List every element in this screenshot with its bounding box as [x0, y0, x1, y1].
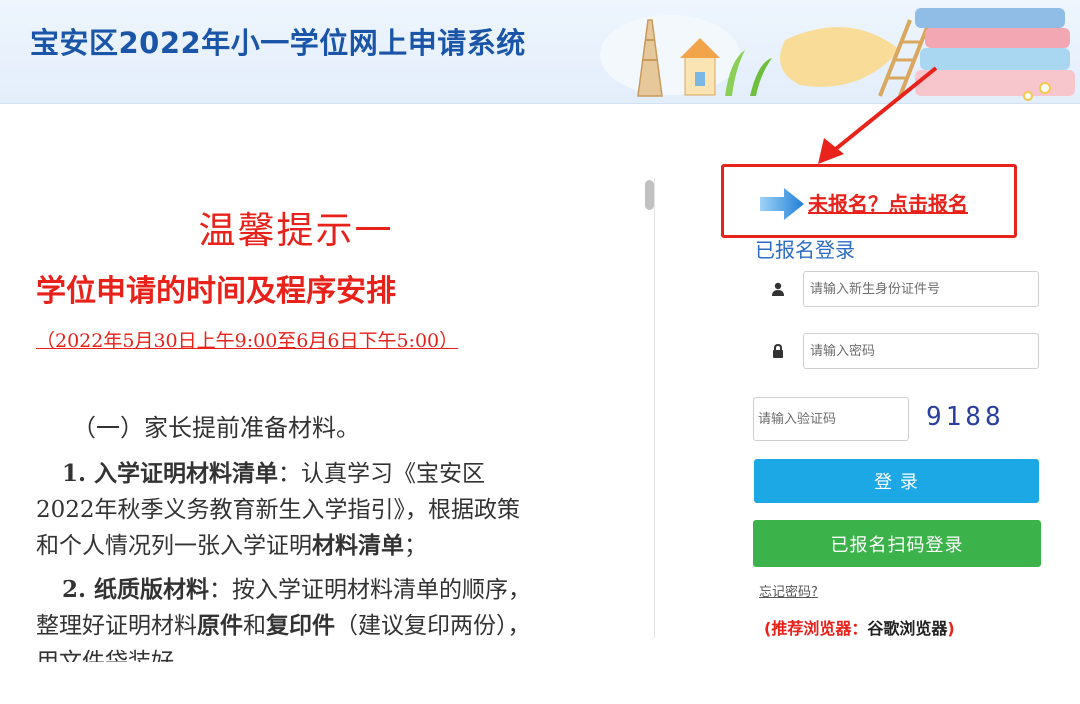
lock-icon — [755, 333, 801, 369]
user-icon — [755, 271, 801, 307]
scan-login-button[interactable]: 已报名扫码登录 — [753, 520, 1041, 567]
notice-item-1-bold-tail: 材料清单 — [312, 532, 404, 559]
notice-date-range: （2022年5月30日上午9:00至6月6日下午5:00） — [36, 330, 459, 352]
arrow-right-icon — [760, 188, 804, 220]
panel-divider — [654, 178, 655, 638]
login-heading: 已报名登录 — [755, 238, 855, 262]
header-illustration — [600, 8, 1075, 101]
notice-item-2-bold-a: 原件 — [197, 612, 243, 639]
password-field — [755, 333, 1039, 369]
browser-tip-name: 谷歌浏览器 — [867, 619, 948, 638]
notice-item-1-end: ； — [404, 533, 427, 559]
captcha-input[interactable] — [753, 397, 909, 441]
captcha-image[interactable]: 9188 — [926, 402, 1005, 432]
site-title: 宝安区2022年小一学位网上申请系统 — [30, 26, 526, 60]
register-link[interactable]: 未报名？点击报名 — [808, 188, 968, 217]
annotation-arrow-icon — [818, 66, 938, 164]
notice-item-1: 1. 入学证明材料清单：认真学习《宝安区2022年秋季义务教育新生入学指引》，根… — [36, 456, 536, 564]
notice-item-2-text-b: 和 — [243, 613, 266, 639]
notice-item-1-lead: 1. 入学证明材料清单 — [62, 460, 279, 487]
notice-subtitle: 学位申请的时间及程序安排 — [36, 274, 396, 309]
login-button[interactable]: 登 录 — [754, 459, 1039, 503]
notice-section-heading: （一）家长提前准备材料。 — [72, 414, 360, 442]
notice-body: 1. 入学证明材料清单：认真学习《宝安区2022年秋季义务教育新生入学指引》，根… — [36, 456, 536, 662]
notice-scrollbar[interactable] — [645, 180, 654, 210]
password-input[interactable] — [803, 333, 1039, 369]
notice-item-2: 2. 纸质版材料：按入学证明材料清单的顺序，整理好证明材料原件和复印件（建议复印… — [36, 572, 536, 662]
browser-tip-suffix: ) — [947, 619, 955, 638]
browser-recommendation: (推荐浏览器：谷歌浏览器) — [764, 615, 955, 639]
notice-panel[interactable]: 温馨提示一 学位申请的时间及程序安排 （2022年5月30日上午9:00至6月6… — [36, 168, 556, 662]
id-field — [755, 271, 1039, 307]
browser-tip-prefix: (推荐浏览器： — [764, 619, 868, 638]
notice-title: 温馨提示一 — [198, 209, 394, 252]
notice-item-2-lead: 2. 纸质版材料 — [62, 576, 210, 603]
forgot-password-link[interactable]: 忘记密码? — [759, 581, 818, 600]
id-number-input[interactable] — [803, 271, 1039, 307]
notice-item-2-bold-b: 复印件 — [266, 612, 335, 639]
